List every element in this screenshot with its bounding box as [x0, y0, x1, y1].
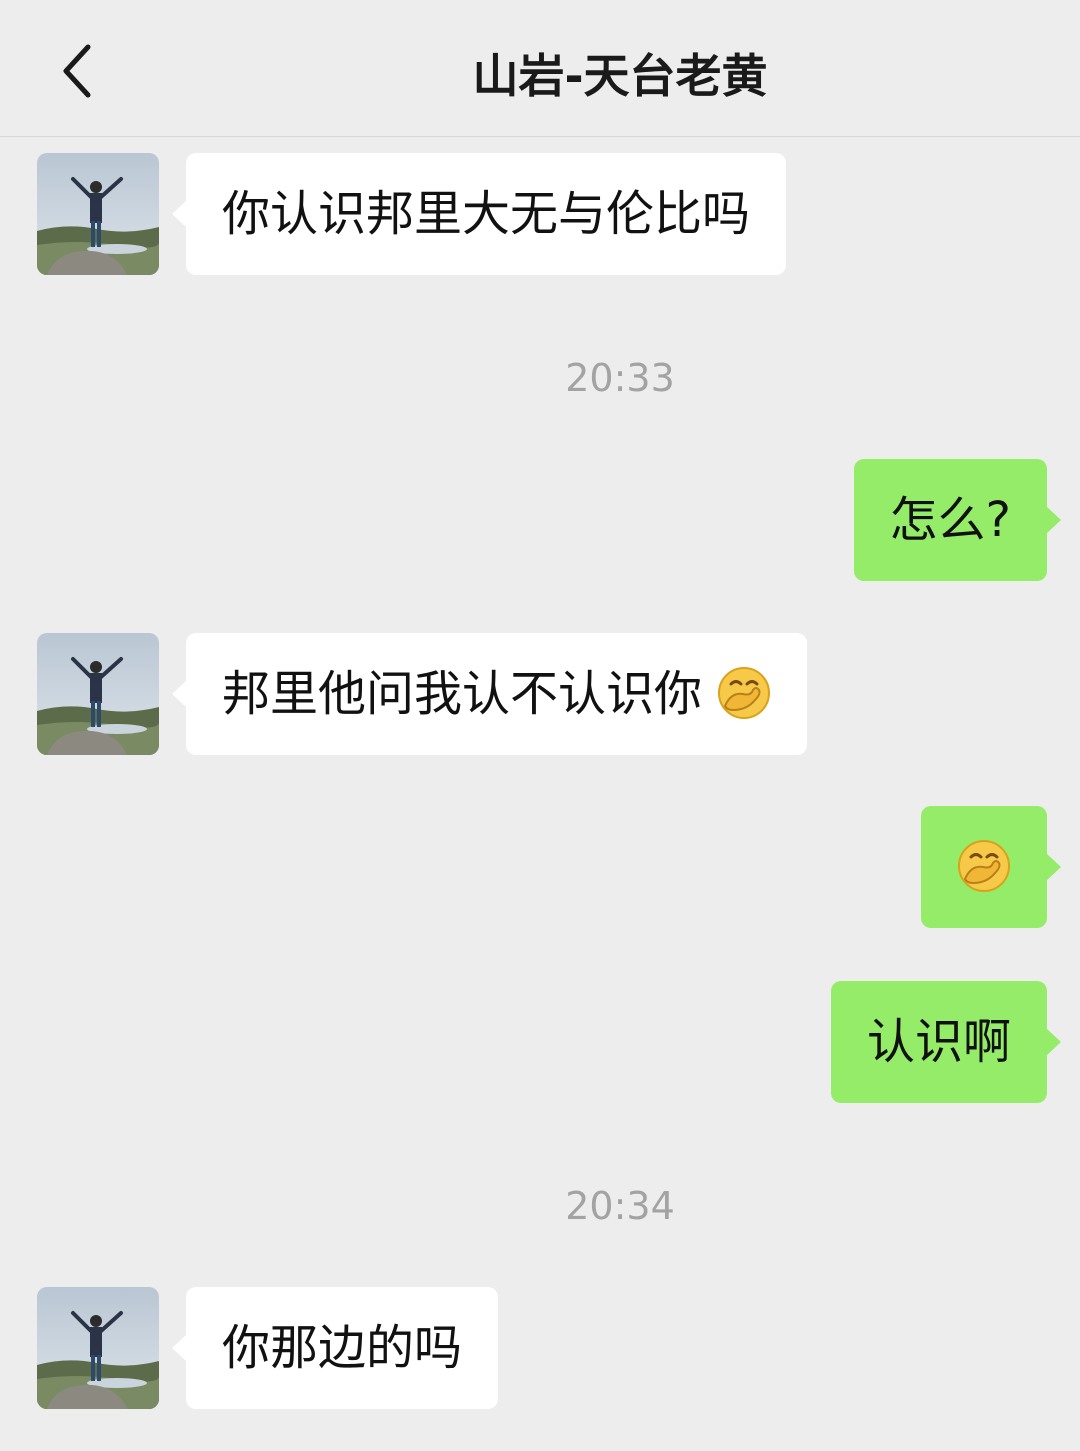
message-bubble-outgoing[interactable]: 认识啊 [830, 981, 1062, 1103]
chat-title: 山岩-天台老黄 [0, 40, 1080, 106]
message-text: 认识啊 [866, 1014, 1011, 1070]
message-bubble-incoming[interactable]: 你那边的吗 [171, 1287, 499, 1409]
message-bubble-outgoing[interactable]: 怎么? [853, 459, 1062, 581]
message-text: 怎么? [889, 492, 1011, 548]
message-bubble-incoming[interactable]: 邦里他问我认不认识你 [171, 633, 808, 755]
hand-over-mouth-emoji-icon [718, 667, 771, 719]
message-text: 你那边的吗 [222, 1320, 463, 1376]
chat-header: 山岩-天台老黄 [0, 0, 1080, 137]
contact-avatar[interactable] [37, 633, 159, 755]
message-text: 你认识邦里大无与伦比吗 [222, 186, 751, 242]
contact-avatar[interactable] [37, 1287, 159, 1409]
timestamp: 20:33 [565, 356, 675, 400]
timestamp: 20:34 [565, 1184, 675, 1228]
message-text: 邦里他问我认不认识你 [222, 666, 703, 722]
hand-over-mouth-emoji-icon [958, 840, 1010, 892]
message-bubble-incoming[interactable]: 你认识邦里大无与伦比吗 [171, 153, 787, 275]
message-bubble-outgoing[interactable] [921, 806, 1061, 928]
contact-avatar[interactable] [37, 153, 159, 275]
chat-title-text: 山岩-天台老黄 [472, 49, 768, 103]
